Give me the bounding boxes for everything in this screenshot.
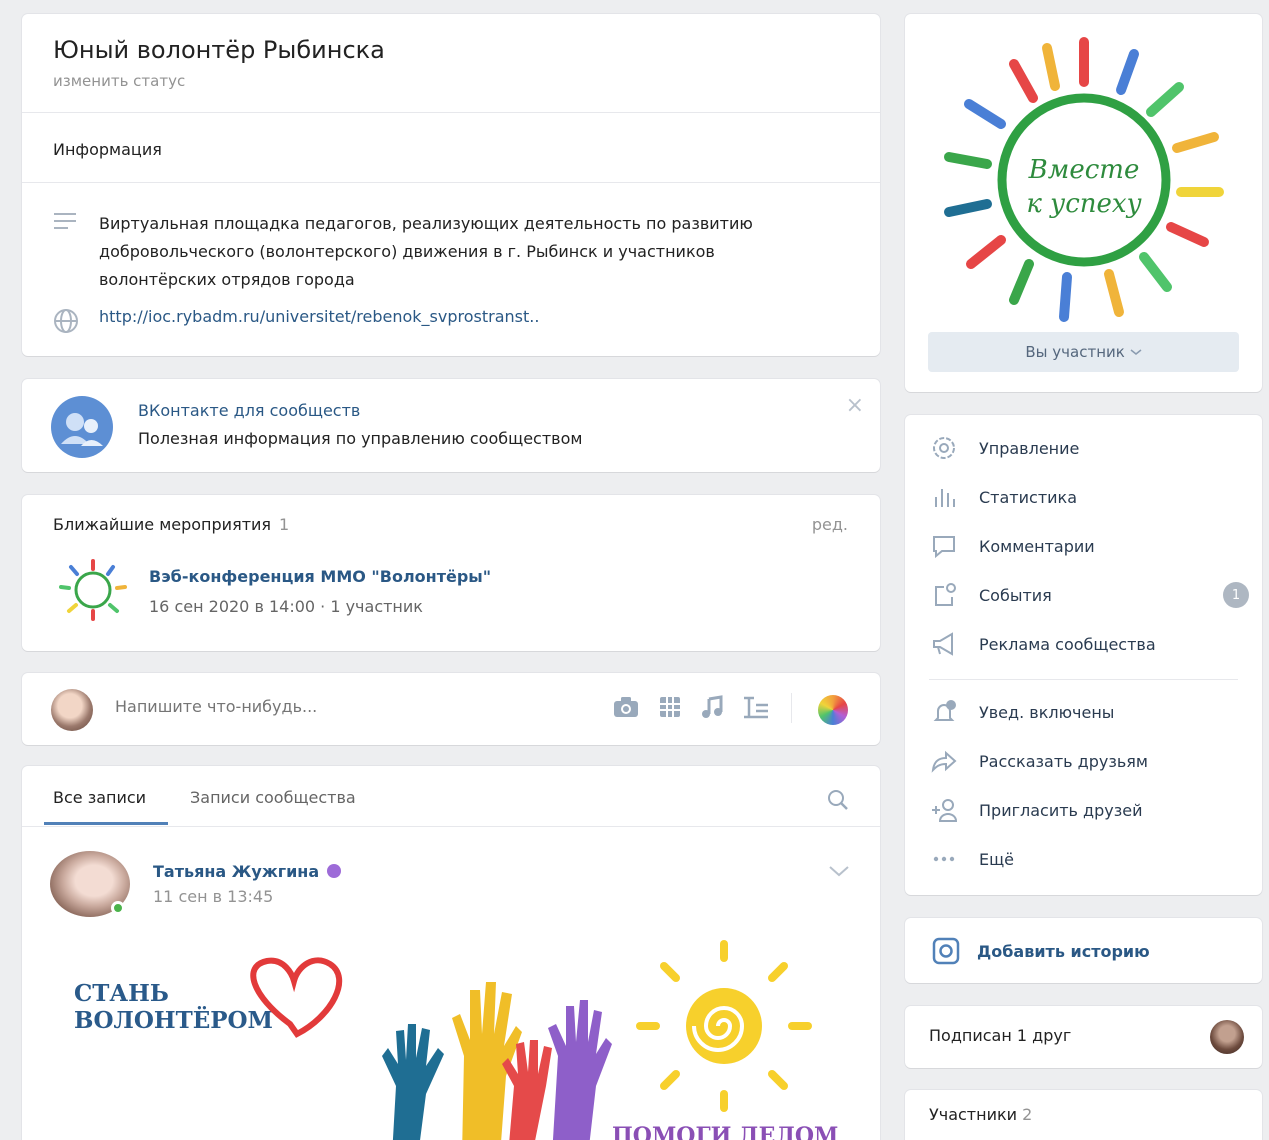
- menu-divider: [929, 679, 1238, 680]
- menu-item-label: Пригласить друзей: [979, 800, 1143, 820]
- active-tab-indicator: [44, 822, 168, 825]
- menu-item-label: Рассказать друзьям: [979, 751, 1148, 771]
- menu-item-stats[interactable]: Статистика: [929, 482, 1249, 512]
- event-meta: 16 сен 2020 в 14:00 · 1 участник: [149, 597, 423, 616]
- tab-all-posts[interactable]: Все записи: [53, 788, 146, 807]
- events-icon: [929, 580, 959, 610]
- article-icon[interactable]: [742, 695, 770, 719]
- menu-item-label: Увед. включены: [979, 702, 1115, 722]
- add-story-button[interactable]: Добавить историю: [931, 936, 1150, 966]
- upcoming-events-card: Ближайшие мероприятия 1 ред. Вэб-конферен…: [22, 495, 880, 651]
- verified-icon: [327, 864, 342, 878]
- more-icon: [929, 844, 959, 874]
- divider: [22, 112, 880, 113]
- menu-item-events[interactable]: События 1: [929, 580, 1249, 610]
- menu-item-manage[interactable]: Управление: [929, 433, 1249, 463]
- events-badge: 1: [1223, 582, 1249, 608]
- megaphone-icon: [929, 629, 959, 659]
- menu-item-label: Реклама сообщества: [979, 634, 1156, 654]
- video-icon[interactable]: [658, 695, 682, 719]
- menu-item-share[interactable]: Рассказать друзьям: [929, 746, 1249, 776]
- events-heading[interactable]: Ближайшие мероприятия 1: [53, 515, 289, 534]
- post-date[interactable]: 11 сен в 13:45: [153, 887, 273, 906]
- sun-icon: [636, 940, 812, 1112]
- share-icon: [929, 746, 959, 776]
- community-actions-menu: Управление Статистика Комментарии Событи…: [905, 415, 1262, 895]
- wall-card: Все записи Записи сообщества Татьяна Жуж…: [22, 766, 880, 1140]
- post-input[interactable]: [115, 697, 515, 716]
- globe-icon: [52, 307, 80, 335]
- color-palette-icon[interactable]: [818, 695, 848, 725]
- gear-icon: [929, 433, 959, 463]
- friend-avatar[interactable]: [1210, 1020, 1244, 1054]
- menu-item-notifications[interactable]: Увед. включены: [929, 697, 1249, 727]
- invite-icon: [929, 795, 959, 825]
- close-icon[interactable]: ×: [846, 393, 864, 418]
- post-composer: [22, 673, 880, 745]
- members-heading: Участники 2: [929, 1105, 1032, 1124]
- menu-item-label: Статистика: [979, 487, 1077, 507]
- hands-illustration: [382, 982, 612, 1140]
- menu-item-label: События: [979, 585, 1052, 605]
- members-card[interactable]: Участники 2: [905, 1090, 1262, 1140]
- tab-community-posts[interactable]: Записи сообщества: [190, 788, 356, 807]
- add-story-label: Добавить историю: [977, 941, 1150, 961]
- chevron-down-icon: [1130, 348, 1142, 356]
- add-story-card: Добавить историю: [905, 918, 1262, 983]
- logo-text-success: к успеху: [1026, 189, 1141, 219]
- members-label: Участники: [929, 1105, 1018, 1124]
- friends-subscribed-card[interactable]: Подписан 1 друг: [905, 1006, 1262, 1068]
- website-link[interactable]: http://ioc.rybadm.ru/universitet/rebenok…: [99, 307, 539, 326]
- menu-item-comments[interactable]: Комментарии: [929, 531, 1249, 561]
- community-description: Виртуальная площадка педагогов, реализую…: [99, 214, 753, 289]
- description-icon: [52, 210, 78, 232]
- composer-toolbar: [612, 695, 770, 719]
- menu-item-more[interactable]: Ещё: [929, 844, 1249, 874]
- chevron-down-icon[interactable]: [828, 864, 850, 878]
- events-count: 1: [279, 515, 290, 534]
- author-name: Татьяна Жужгина: [153, 862, 320, 881]
- menu-item-label: Ещё: [979, 849, 1015, 869]
- bell-icon: [929, 697, 959, 727]
- logo-text-together: Вместе: [1028, 155, 1140, 185]
- change-status-link[interactable]: изменить статус: [53, 72, 185, 90]
- community-logo[interactable]: Вместе к успеху: [929, 32, 1239, 332]
- camera-icon[interactable]: [612, 695, 640, 719]
- friends-subscribed-label: Подписан 1 друг: [929, 1026, 1072, 1045]
- menu-item-invite[interactable]: Пригласить друзей: [929, 795, 1249, 825]
- info-heading: Информация: [53, 140, 162, 159]
- search-icon[interactable]: [826, 788, 850, 812]
- stats-icon: [929, 482, 959, 512]
- event-title-link[interactable]: Вэб-конференция ММО "Волонтёры": [149, 567, 491, 586]
- user-avatar[interactable]: [51, 689, 93, 731]
- events-heading-label: Ближайшие мероприятия: [53, 515, 272, 534]
- vk-communities-avatar[interactable]: [51, 396, 113, 458]
- menu-item-label: Комментарии: [979, 536, 1095, 556]
- community-cover-card: Вместе к успеху Вы участник: [905, 14, 1262, 392]
- page-title: Юный волонтёр Рыбинска: [53, 36, 385, 64]
- vk-communities-promo: ВКонтакте для сообществ Полезная информа…: [22, 379, 880, 472]
- post-author-link[interactable]: Татьяна Жужгина: [153, 862, 342, 881]
- toolbar-divider: [791, 693, 792, 723]
- divider: [22, 182, 880, 183]
- image-text-volunteer: ВОЛОНТЁРОМ: [74, 1006, 273, 1034]
- edit-events-link[interactable]: ред.: [812, 515, 848, 534]
- image-text-help: ПОМОГИ ДЕЛОМ: [612, 1123, 838, 1140]
- event-thumbnail[interactable]: [55, 557, 131, 623]
- members-count: 2: [1022, 1105, 1033, 1124]
- divider: [22, 826, 880, 827]
- image-text-become: СТАНЬ: [74, 980, 169, 1007]
- member-button-label: Вы участник: [1025, 343, 1125, 361]
- promo-title-link[interactable]: ВКонтакте для сообществ: [138, 401, 360, 420]
- story-camera-icon: [931, 936, 961, 966]
- music-icon[interactable]: [700, 695, 724, 719]
- promo-text: Полезная информация по управлению сообще…: [138, 429, 583, 448]
- community-header-card: Юный волонтёр Рыбинска изменить статус И…: [22, 14, 880, 356]
- post-image[interactable]: СТАНЬ ВОЛОНТЁРОМ ПОМОГИ ДЕЛОМ: [52, 936, 852, 1140]
- member-status-button[interactable]: Вы участник: [928, 332, 1239, 372]
- comment-icon: [929, 531, 959, 561]
- online-indicator: [111, 901, 125, 915]
- menu-item-ads[interactable]: Реклама сообщества: [929, 629, 1249, 659]
- menu-item-label: Управление: [979, 438, 1080, 458]
